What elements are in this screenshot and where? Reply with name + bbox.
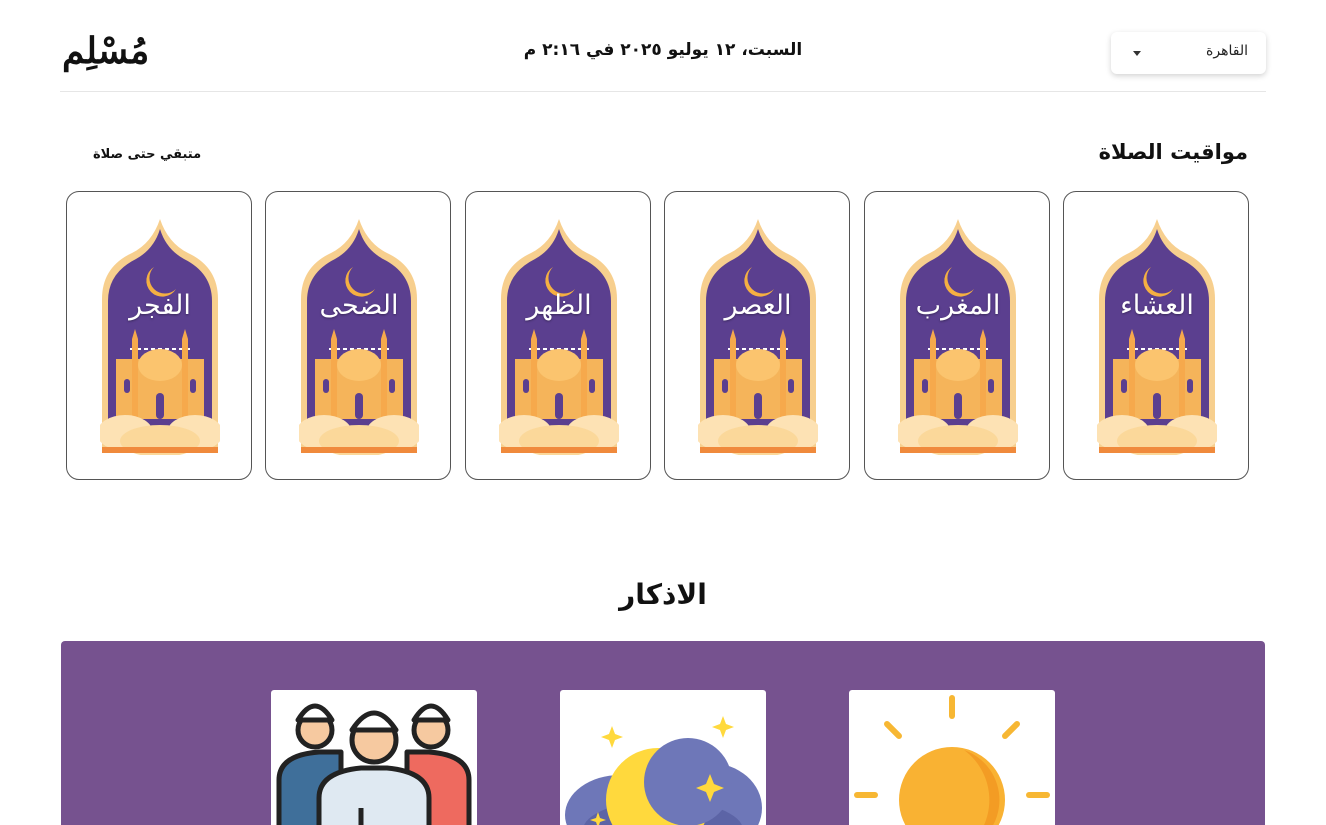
worshippers-icon [276,703,472,825]
mosque-arch-icon [898,219,1018,455]
prayer-name: العشاء [1120,290,1194,321]
azkar-tile-people[interactable] [271,690,477,825]
mosque-arch-icon [299,219,419,455]
prayer-card-asr[interactable]: العصر [664,191,850,480]
top-header: مُسْلِم السبت، ١٢ يوليو ٢٠٢٥ في ٢:١٦ م ا… [60,0,1266,92]
prayer-name: الظهر [526,290,592,321]
prayer-card-dhuhr[interactable]: الظهر [465,191,651,480]
mosque-arch-icon [698,219,818,455]
remaining-until-prayer-label: متبقي حتى صلاة [93,147,202,162]
prayer-cards: العشاء المغرب العصر الظهر الضحى الفجر [66,191,1249,480]
prayer-times-heading: مواقيت الصلاة [1098,140,1248,164]
prayer-card-duha[interactable]: الضحى [265,191,451,480]
azkar-tile-evening[interactable] [560,690,766,825]
city-select-value: القاهرة [1206,43,1248,59]
mosque-arch-icon [499,219,619,455]
prayer-card-fajr[interactable]: الفجر [66,191,252,480]
prayer-name: المغرب [915,290,1001,321]
current-date-time: السبت، ١٢ يوليو ٢٠٢٥ في ٢:١٦ م [523,40,803,60]
prayer-name: الضحى [319,290,399,321]
prayer-name: العصر [724,290,792,321]
azkar-heading: الاذكار [619,578,707,611]
prayer-card-isha[interactable]: العشاء [1063,191,1249,480]
mosque-arch-icon [100,219,220,455]
prayer-card-maghrib[interactable]: المغرب [864,191,1050,480]
moon-night-icon [565,716,762,825]
mosque-arch-icon [1097,219,1217,455]
azkar-tile-morning[interactable] [849,690,1055,825]
sun-icon [854,695,1050,825]
azkar-panel [61,641,1265,825]
caret-down-icon [1133,51,1141,56]
city-select[interactable]: القاهرة [1111,32,1266,74]
prayer-name: الفجر [129,290,191,321]
